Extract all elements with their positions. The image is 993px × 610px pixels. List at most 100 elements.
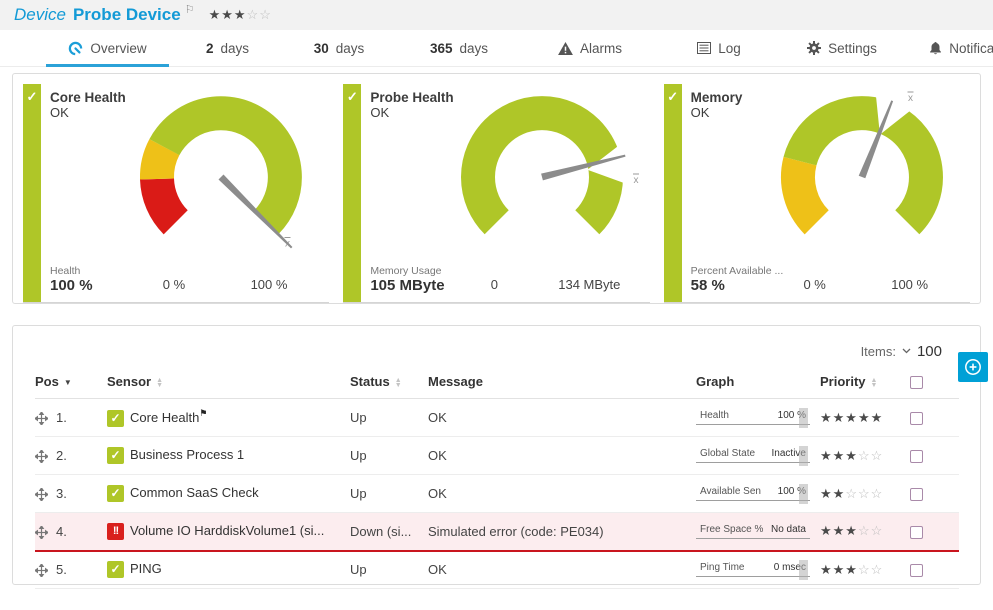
tab-overview[interactable]: Overview xyxy=(40,30,175,66)
graph-bar xyxy=(799,446,808,466)
drag-handle-icon[interactable] xyxy=(35,526,48,539)
sensor-link[interactable]: Volume IO HarddiskVolume1 (si... xyxy=(130,523,324,538)
status-stripe: ✓ xyxy=(23,84,41,302)
items-count[interactable]: 100 xyxy=(917,343,942,360)
tab-label: Log xyxy=(718,41,741,56)
table-row[interactable]: 1. ✓Core Health⚑ Up OK Health100 % ★★★★★ xyxy=(35,399,959,437)
drag-handle-icon[interactable] xyxy=(35,488,48,501)
message-cell: OK xyxy=(428,551,696,589)
column-header-select xyxy=(910,368,959,399)
tab-log[interactable]: Log xyxy=(660,30,778,66)
channel-value: 100 % xyxy=(50,277,148,294)
row-checkbox[interactable] xyxy=(910,450,923,463)
tab-label: Notifications xyxy=(949,41,993,56)
gauge-min-label: 0 % xyxy=(139,277,209,292)
sensor-cell: !!Volume IO HarddiskVolume1 (si...⚑ xyxy=(107,513,350,551)
gauge-panel-core-health[interactable]: ✓ Core Health OK x Health 100 % 0 % 100 … xyxy=(23,84,329,303)
pos-cell: 3. xyxy=(35,475,107,513)
drag-handle-icon[interactable] xyxy=(35,564,48,577)
tab-365-days[interactable]: 365 days xyxy=(398,30,520,66)
chevron-down-icon[interactable] xyxy=(902,348,911,354)
tab-30-days[interactable]: 30 days xyxy=(280,30,398,66)
priority-stars[interactable]: ★★★★★ xyxy=(820,410,883,425)
device-rating[interactable]: ★★★☆☆ xyxy=(209,7,272,23)
mini-graph[interactable]: Available Sen100 % xyxy=(696,486,810,501)
tab-label: days xyxy=(336,41,365,56)
row-checkbox[interactable] xyxy=(910,526,923,539)
gauge-max-label: 100 % xyxy=(221,277,317,292)
drag-handle-icon[interactable] xyxy=(35,450,48,463)
message-cell: OK xyxy=(428,437,696,475)
sensor-cell: ✓Business Process 1⚑ xyxy=(107,437,350,475)
tab-label: Alarms xyxy=(580,41,622,56)
mini-graph[interactable]: Ping Time0 msec xyxy=(696,562,810,577)
priority-stars[interactable]: ★★☆☆☆ xyxy=(820,486,883,501)
add-sensor-button[interactable] xyxy=(958,352,988,382)
graph-channel-label: Health xyxy=(700,410,729,421)
gauge-channel: Health 100 % xyxy=(50,265,148,294)
sensor-link[interactable]: Common SaaS Check xyxy=(130,485,259,500)
drag-handle-icon[interactable] xyxy=(35,412,48,425)
gauges-card: ✓ Core Health OK x Health 100 % 0 % 100 … xyxy=(12,73,981,304)
log-icon xyxy=(697,42,711,54)
mini-graph[interactable]: Global StateInactive xyxy=(696,448,810,463)
sensor-link[interactable]: Business Process 1 xyxy=(130,447,244,462)
channel-label: Health xyxy=(50,265,148,277)
check-icon: ✓ xyxy=(27,89,38,104)
channel-label: Memory Usage xyxy=(370,265,468,277)
tab-alarms[interactable]: Alarms xyxy=(520,30,660,66)
sensor-link[interactable]: PING xyxy=(130,561,162,576)
table-row[interactable]: 3. ✓Common SaaS Check⚑ Up OK Available S… xyxy=(35,475,959,513)
tab-settings[interactable]: Settings xyxy=(778,30,906,66)
checkbox-cell xyxy=(910,437,959,475)
status-cell: Up xyxy=(350,437,428,475)
checkbox-cell xyxy=(910,551,959,589)
column-header-sensor[interactable]: Sensor▲▼ xyxy=(107,368,350,399)
tab-notifications[interactable]: Notifications xyxy=(906,30,993,66)
table-row[interactable]: 2. ✓Business Process 1⚑ Up OK Global Sta… xyxy=(35,437,959,475)
gauge-chart: x xyxy=(436,89,648,267)
tab-bar: Overview 2 days 30 days 365 days Alarms … xyxy=(0,30,993,67)
sensor-cell: ✓Common SaaS Check⚑ xyxy=(107,475,350,513)
sensor-table-card: Items: 100 Pos▼ Sensor▲▼ Status▲▼ Messag… xyxy=(12,325,981,585)
column-header-status[interactable]: Status▲▼ xyxy=(350,368,428,399)
status-stripe: ✓ xyxy=(343,84,361,302)
sort-desc-icon: ▼ xyxy=(64,378,72,387)
mini-graph[interactable]: Health100 % xyxy=(696,410,810,425)
row-checkbox[interactable] xyxy=(910,564,923,577)
priority-stars[interactable]: ★★★☆☆ xyxy=(820,562,883,577)
priority-stars[interactable]: ★★★☆☆ xyxy=(820,523,883,538)
status-stripe: ✓ xyxy=(664,84,682,302)
graph-cell: Health100 % xyxy=(696,399,820,437)
sensor-link[interactable]: Core Health xyxy=(130,410,199,425)
graph-channel-label: Ping Time xyxy=(700,562,744,573)
mini-graph[interactable]: Free Space %No data xyxy=(696,524,810,539)
gauge-panel-memory[interactable]: ✓ Memory OK x Percent Available ... 58 %… xyxy=(664,84,970,303)
table-row[interactable]: 5. ✓PING⚑ Up OK Ping Time0 msec ★★★☆☆ xyxy=(35,551,959,589)
gear-icon xyxy=(807,41,821,55)
select-all-checkbox[interactable] xyxy=(910,376,923,389)
tab-number: 30 xyxy=(314,41,329,56)
message-cell: OK xyxy=(428,475,696,513)
sensor-cell: ✓Core Health⚑ xyxy=(107,399,350,437)
column-header-graph[interactable]: Graph xyxy=(696,368,820,399)
table-row[interactable]: 4. !!Volume IO HarddiskVolume1 (si...⚑ D… xyxy=(35,513,959,551)
gauge-panel-probe-health[interactable]: ✓ Probe Health OK x Memory Usage 105 MBy… xyxy=(343,84,649,303)
graph-channel-label: Available Sen xyxy=(700,486,761,497)
flag-icon[interactable]: ⚐ xyxy=(185,3,195,16)
checkbox-cell xyxy=(910,475,959,513)
gauge-channel: Memory Usage 105 MByte xyxy=(370,265,468,294)
column-header-message[interactable]: Message xyxy=(428,368,696,399)
row-checkbox[interactable] xyxy=(910,412,923,425)
tab-2-days[interactable]: 2 days xyxy=(175,30,280,66)
position-number: 1. xyxy=(56,410,67,425)
tab-label: days xyxy=(220,41,249,56)
priority-stars[interactable]: ★★★☆☆ xyxy=(820,448,883,463)
column-header-priority[interactable]: Priority▲▼ xyxy=(820,368,910,399)
sensor-table: Pos▼ Sensor▲▼ Status▲▼ Message Graph Pri… xyxy=(35,368,959,589)
warning-triangle-icon xyxy=(558,42,573,55)
row-checkbox[interactable] xyxy=(910,488,923,501)
column-header-pos[interactable]: Pos▼ xyxy=(35,368,107,399)
graph-channel-label: Global State xyxy=(700,448,755,459)
message-cell: OK xyxy=(428,399,696,437)
